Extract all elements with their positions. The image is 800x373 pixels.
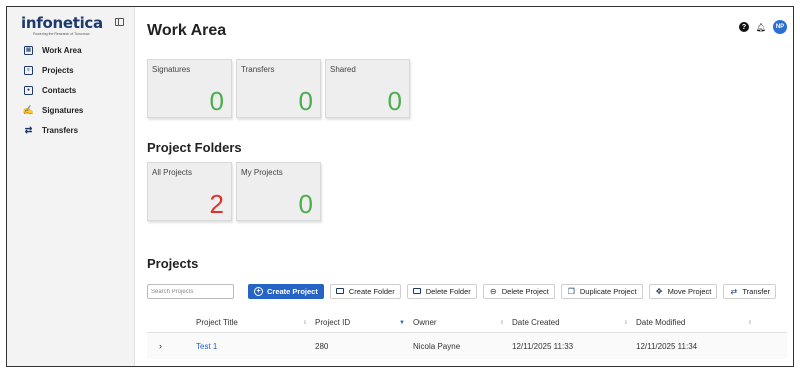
clipboard-icon: ≡ [24,65,33,75]
card-count: 0 [298,189,313,219]
column-header-project-title[interactable]: Project Title ⇕ [196,318,315,327]
folder-plus-icon [336,287,345,296]
card-label: Transfers [241,65,275,74]
delete-project-button[interactable]: ⊖ Delete Project [482,283,555,299]
search-input[interactable] [147,284,234,299]
expand-cell: › [147,341,196,351]
project-folders-title: Project Folders [147,140,242,155]
card-count: 0 [387,86,402,116]
card-count: 0 [298,86,313,116]
column-header-date-created[interactable]: Date Created ⇕ [512,318,636,327]
main-content: Work Area ? 🔔︎ NP Signatures 0 Transfers… [136,7,793,366]
help-icon[interactable]: ? [739,22,749,32]
project-id-cell: 280 [315,341,329,351]
column-label: Date Modified [636,318,686,327]
column-label: Owner [413,318,437,327]
collapse-sidebar-icon[interactable] [115,18,124,26]
card-label: My Projects [241,168,283,177]
transfer-arrows-icon: ⇄ [730,286,738,296]
bell-icon[interactable]: 🔔︎ [756,22,766,32]
minus-circle-icon: ⊖ [489,286,497,296]
owner-cell: Nicola Payne [413,341,461,351]
card-count: 0 [209,86,224,116]
all-projects-card[interactable]: All Projects 2 [147,162,232,221]
button-label: Move Project [667,286,712,296]
logo-tagline: Powering the Research of Tomorrow [33,32,90,36]
date-created-cell: 12/11/2025 11:33 [512,341,574,351]
transfers-card[interactable]: Transfers 0 [236,59,321,118]
card-label: All Projects [152,168,193,177]
plus-circle-icon: + [254,286,263,296]
sort-icon[interactable]: ⇕ [748,320,752,326]
transfer-button[interactable]: ⇄ Transfer [723,283,776,299]
sidebar-item-label: Projects [42,65,74,75]
button-label: Transfer [742,286,770,296]
projects-toolbar: + Create Project Create Folder Delete Fo… [147,283,782,299]
move-arrows-icon: ✥ [655,286,663,296]
transfer-arrows-icon: ⇄ [24,124,33,135]
signatures-card[interactable]: Signatures 0 [147,59,232,118]
brand-logo[interactable]: infonetica Powering the Research of Tomo… [21,15,103,36]
button-label: Delete Project [501,286,549,296]
document-icon: ▤ [24,45,33,55]
delete-folder-button[interactable]: Delete Folder [406,283,477,299]
card-label: Signatures [152,65,191,74]
project-folder-cards: All Projects 2 My Projects 0 [147,162,321,221]
my-projects-card[interactable]: My Projects 0 [236,162,321,221]
move-project-button[interactable]: ✥ Move Project [648,283,718,299]
contact-card-icon: ● [24,85,33,95]
sidebar-item-label: Contacts [42,85,77,95]
projects-table: Project Title ⇕ Project ID ▼ Owner ⇕ Dat… [147,313,787,359]
card-label: Shared [330,65,356,74]
create-folder-button[interactable]: Create Folder [329,283,401,299]
shared-card[interactable]: Shared 0 [325,59,410,118]
sidebar: infonetica Powering the Research of Tomo… [7,7,135,366]
column-header-date-modified[interactable]: Date Modified ⇕ [636,318,760,327]
sidebar-item-contacts[interactable]: ● Contacts [7,80,134,100]
column-label: Project Title [196,318,238,327]
sidebar-item-label: Work Area [42,45,82,55]
header-actions: ? 🔔︎ NP [739,20,787,34]
projects-title: Projects [147,256,199,271]
sidebar-item-projects[interactable]: ≡ Projects [7,60,134,80]
table-row[interactable]: › Test 1 280 Nicola Payne 12/11/2025 11:… [147,333,787,359]
avatar[interactable]: NP [773,20,787,34]
project-title-cell: Test 1 [196,342,315,351]
chevron-right-icon[interactable]: › [159,341,162,351]
table-header: Project Title ⇕ Project ID ▼ Owner ⇕ Dat… [147,313,787,333]
sort-descending-icon[interactable]: ▼ [399,320,405,326]
duplicate-project-button[interactable]: ❐ Duplicate Project [560,283,643,299]
logo-text: infonetica [21,14,103,32]
copy-icon: ❐ [567,286,575,296]
sidebar-item-label: Signatures [42,105,84,115]
signature-icon: ✍ [22,104,35,115]
sidebar-nav: ▤ Work Area ≡ Projects ● Contacts ✍ Sign… [7,40,134,140]
sidebar-item-label: Transfers [42,125,79,135]
sort-icon[interactable]: ⇕ [500,320,504,326]
button-label: Duplicate Project [579,286,637,296]
column-label: Project ID [315,318,351,327]
column-header-project-id[interactable]: Project ID ▼ [315,318,413,327]
page-title: Work Area [147,22,227,39]
sidebar-item-work-area[interactable]: ▤ Work Area [7,40,134,60]
summary-cards: Signatures 0 Transfers 0 Shared 0 [147,59,410,118]
sort-icon[interactable]: ⇕ [624,320,628,326]
create-project-button[interactable]: + Create Project [248,283,324,299]
folder-minus-icon [413,287,422,296]
button-label: Delete Folder [425,286,471,296]
app-window: infonetica Powering the Research of Tomo… [6,6,794,367]
sort-icon[interactable]: ⇕ [303,320,307,326]
column-header-owner[interactable]: Owner ⇕ [413,318,512,327]
date-modified-cell: 12/11/2025 11:34 [636,341,698,351]
card-count: 2 [209,189,224,219]
project-title-link[interactable]: Test 1 [196,342,217,351]
button-label: Create Project [267,286,318,296]
column-label: Date Created [512,318,560,327]
sidebar-item-transfers[interactable]: ⇄ Transfers [7,120,134,140]
button-label: Create Folder [348,286,395,296]
sidebar-item-signatures[interactable]: ✍ Signatures [7,100,134,120]
